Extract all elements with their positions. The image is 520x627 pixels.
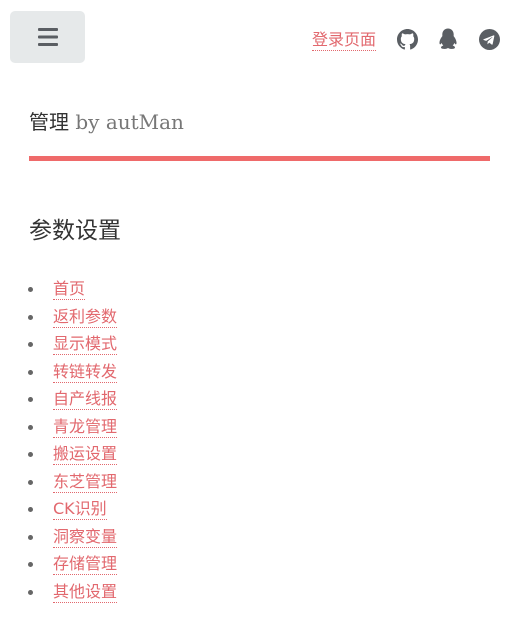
nav-link-other-settings[interactable]: 其他设置 (53, 582, 118, 603)
nav-link-storage-admin[interactable]: 存储管理 (53, 554, 118, 576)
bullet-icon (28, 507, 33, 513)
list-item: 洞察变量 (28, 524, 118, 552)
nav-link-ck-recognition[interactable]: CK识别 (53, 499, 107, 521)
bullet-icon (28, 479, 33, 485)
login-page-link[interactable]: 登录页面 (311, 30, 376, 51)
list-item: 青龙管理 (28, 414, 118, 442)
header-links: 登录页面 (311, 26, 500, 52)
bullet-icon (28, 397, 33, 403)
bullet-icon (28, 452, 33, 458)
telegram-icon[interactable] (478, 28, 500, 50)
list-item: 东芝管理 (28, 469, 118, 497)
nav-link-display-mode[interactable]: 显示模式 (53, 334, 118, 356)
site-byline: by autMan (69, 110, 184, 134)
list-item: CK识别 (28, 496, 117, 524)
qq-penguin-icon[interactable] (437, 28, 459, 50)
settings-nav-list: 首页 返利参数 显示模式 转链转发 自产线报 青龙管理 搬运设置 东芝管理 CK… (28, 276, 118, 607)
nav-link-qinglong-admin[interactable]: 青龙管理 (53, 417, 118, 438)
github-icon[interactable] (396, 28, 418, 50)
menu-toggle-button[interactable] (10, 11, 85, 63)
nav-link-rebate-params[interactable]: 返利参数 (53, 307, 118, 328)
nav-link-insight-variables[interactable]: 洞察变量 (53, 527, 118, 548)
bullet-icon (28, 287, 33, 293)
site-name: 管理 (29, 110, 69, 134)
list-item: 自产线报 (28, 386, 118, 414)
site-title: 管理 by autMan (29, 108, 184, 136)
section-heading: 参数设置 (29, 218, 121, 244)
list-item: 转链转发 (28, 359, 118, 387)
nav-link-home[interactable]: 首页 (53, 279, 86, 301)
nav-link-transfer-settings[interactable]: 搬运设置 (53, 444, 118, 466)
nav-link-toshiba-admin[interactable]: 东芝管理 (53, 472, 118, 493)
title-accent-divider (29, 156, 490, 161)
bullet-icon (28, 369, 33, 375)
nav-link-link-forwarding[interactable]: 转链转发 (53, 362, 118, 383)
list-item: 存储管理 (28, 551, 118, 579)
bullet-icon (28, 424, 33, 430)
list-item: 显示模式 (28, 331, 118, 359)
bullet-icon (28, 562, 33, 568)
list-item: 首页 (28, 276, 117, 304)
hamburger-icon (37, 28, 58, 46)
bullet-icon (28, 589, 33, 595)
list-item: 其他设置 (28, 579, 118, 607)
list-item: 返利参数 (28, 304, 118, 332)
list-item: 搬运设置 (28, 441, 118, 469)
bullet-icon (28, 314, 33, 320)
bullet-icon (28, 342, 33, 348)
bullet-icon (28, 534, 33, 540)
nav-link-self-reports[interactable]: 自产线报 (53, 389, 118, 411)
